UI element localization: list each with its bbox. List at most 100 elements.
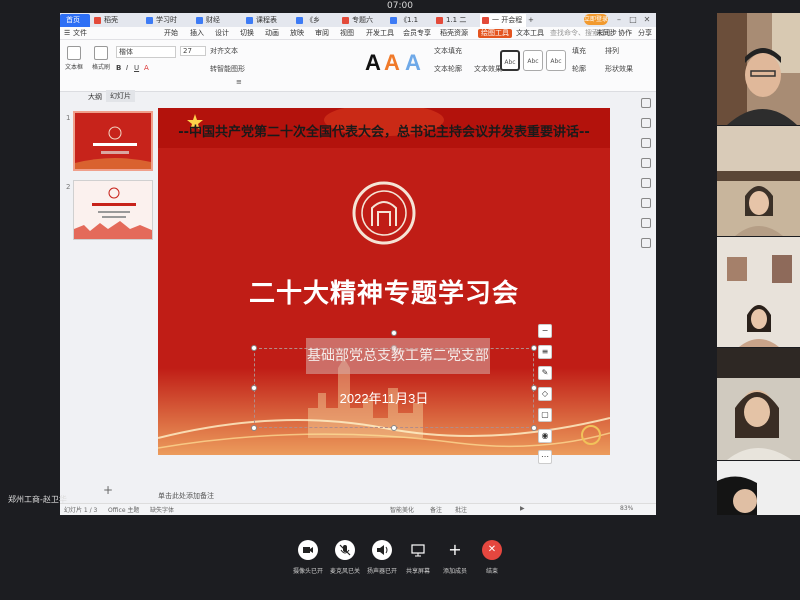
- fill-icon[interactable]: ◇: [538, 387, 552, 401]
- menu-text-tools[interactable]: 文本工具: [516, 27, 544, 40]
- participant-video[interactable]: [717, 13, 800, 125]
- shapes-icon[interactable]: [641, 158, 651, 168]
- resize-handle[interactable]: [251, 425, 257, 431]
- tab-presentation[interactable]: 1.1 二: [434, 14, 478, 27]
- missing-font-button[interactable]: 缺失字体: [150, 505, 174, 514]
- align-left-icon[interactable]: ≡: [236, 78, 242, 86]
- minimize-icon[interactable]: –: [614, 14, 624, 25]
- textbox-button[interactable]: 文本框: [64, 46, 84, 71]
- tab-presentation[interactable]: 专题六: [340, 14, 386, 27]
- notes-input[interactable]: 单击此处添加备注: [158, 491, 214, 501]
- menu-view[interactable]: 视图: [340, 27, 354, 40]
- text-style-orange[interactable]: A: [384, 50, 400, 76]
- align-text-button[interactable]: 对齐文本: [210, 46, 238, 56]
- menu-insert[interactable]: 插入: [190, 27, 204, 40]
- hamburger-icon[interactable]: ☰: [64, 27, 70, 40]
- more-icon[interactable]: ⋯: [538, 450, 552, 464]
- text-style-blue[interactable]: A: [405, 50, 421, 76]
- resize-handle[interactable]: [251, 345, 257, 351]
- tab-document[interactable]: 财经: [194, 14, 242, 27]
- slide-thumbnail-2[interactable]: [73, 180, 153, 240]
- maximize-icon[interactable]: □: [628, 14, 638, 25]
- login-button[interactable]: 立即登录: [584, 14, 608, 25]
- properties-icon[interactable]: [641, 98, 651, 108]
- resize-handle[interactable]: [531, 345, 537, 351]
- menu-developer[interactable]: 开发工具: [366, 27, 394, 40]
- outline-tab[interactable]: 大纲: [88, 92, 102, 102]
- menu-file[interactable]: 文件: [73, 27, 87, 40]
- menu-design[interactable]: 设计: [215, 27, 229, 40]
- clock-icon[interactable]: [641, 198, 651, 208]
- new-tab-button[interactable]: +: [526, 14, 536, 27]
- close-icon[interactable]: ✕: [642, 14, 652, 25]
- share-button[interactable]: 分享: [638, 27, 652, 40]
- shape-outline-button[interactable]: 轮廓: [572, 64, 586, 74]
- pen-icon[interactable]: ✎: [538, 366, 552, 380]
- bold-button[interactable]: B: [116, 64, 121, 72]
- font-size-select[interactable]: 27: [180, 46, 206, 56]
- comments-button[interactable]: 批注: [455, 505, 467, 514]
- tab-home[interactable]: 首页: [60, 14, 90, 27]
- slides-tab[interactable]: 幻灯片: [106, 90, 135, 102]
- tab-presentation-active[interactable]: 一 开会程: [480, 14, 526, 27]
- location-icon[interactable]: [641, 218, 651, 228]
- text-fill-button[interactable]: 文本填充: [434, 46, 462, 56]
- format-painter-button[interactable]: 格式刷: [90, 46, 112, 71]
- font-family-select[interactable]: 楷体: [116, 46, 176, 58]
- right-side-panel: [640, 98, 654, 268]
- tab-docer[interactable]: 稻壳: [92, 14, 142, 27]
- shape-style-2[interactable]: Abc: [523, 50, 543, 71]
- menu-member[interactable]: 会员专享: [403, 27, 431, 40]
- shape-style-1[interactable]: Abc: [500, 50, 520, 71]
- shape-effect-button[interactable]: 形状效果: [605, 64, 633, 74]
- zoom-level[interactable]: 83%: [620, 505, 633, 512]
- arrange-button[interactable]: 排列: [605, 46, 619, 56]
- participant-video[interactable]: [717, 126, 800, 236]
- text-outline-button[interactable]: 文本轮廓: [434, 64, 462, 74]
- tab-document[interactable]: 课程表: [244, 14, 292, 27]
- tab-document[interactable]: 《乡: [294, 14, 338, 27]
- slide-thumbnail-1[interactable]: [73, 111, 153, 171]
- menu-review[interactable]: 审阅: [315, 27, 329, 40]
- location-icon[interactable]: ◉: [538, 429, 552, 443]
- menu-drawing-tools[interactable]: 绘图工具: [478, 29, 512, 38]
- crop-icon[interactable]: ▢: [538, 408, 552, 422]
- resize-handle[interactable]: [531, 425, 537, 431]
- menu-slideshow[interactable]: 放映: [290, 27, 304, 40]
- end-meeting-button[interactable]: ✕ 结束: [467, 540, 517, 575]
- font-color-button[interactable]: A: [144, 64, 149, 72]
- play-icon[interactable]: ▶: [520, 505, 525, 512]
- minus-icon[interactable]: −: [538, 324, 552, 338]
- slide-subtitle[interactable]: 基础部党总支教工第二党支部: [306, 338, 490, 374]
- participant-video[interactable]: [717, 237, 800, 347]
- participant-video[interactable]: [717, 461, 800, 515]
- participant-video-frame: [717, 461, 800, 515]
- text-style-black[interactable]: A: [365, 50, 381, 76]
- shape-style-3[interactable]: Abc: [546, 50, 566, 71]
- rotate-handle[interactable]: [391, 330, 397, 336]
- layers-icon[interactable]: ≡: [538, 345, 552, 359]
- sync-status[interactable]: 未同步: [596, 27, 617, 40]
- shape-fill-button[interactable]: 填充: [572, 46, 586, 56]
- underline-button[interactable]: U: [134, 64, 139, 72]
- add-slide-button[interactable]: +: [103, 483, 113, 497]
- layout-icon[interactable]: [641, 238, 651, 248]
- tab-document[interactable]: 学习时: [144, 14, 192, 27]
- participant-video[interactable]: [717, 348, 800, 460]
- menu-home[interactable]: 开始: [164, 27, 178, 40]
- settings-icon[interactable]: [641, 138, 651, 148]
- ppt-icon: [342, 17, 349, 24]
- italic-button[interactable]: I: [126, 64, 128, 72]
- collaborate-button[interactable]: 协作: [618, 27, 632, 40]
- smart-beautify-button[interactable]: 智能美化: [390, 505, 414, 514]
- menu-animation[interactable]: 动画: [265, 27, 279, 40]
- notes-button[interactable]: 备注: [430, 505, 442, 514]
- pen-icon[interactable]: [641, 118, 651, 128]
- smart-graphic-button[interactable]: 转智能图形: [210, 64, 245, 74]
- text-effect-button[interactable]: 文本效果: [474, 64, 502, 74]
- image-icon[interactable]: [641, 178, 651, 188]
- menu-docer-resources[interactable]: 稻壳资源: [440, 27, 468, 40]
- menu-transition[interactable]: 切换: [240, 27, 254, 40]
- resize-handle[interactable]: [391, 425, 397, 431]
- tab-document[interactable]: 《1.1: [388, 14, 432, 27]
